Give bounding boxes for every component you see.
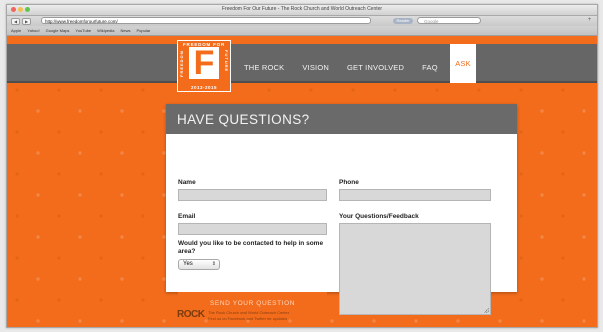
web-page: THE ROCK VISION GET INVOLVED FAQ ASK FRE… <box>7 36 597 327</box>
bookmark-item[interactable]: Apple <box>11 28 21 33</box>
back-button[interactable]: ◀ <box>11 18 20 25</box>
logo-left-text: FREEDOM <box>179 50 184 77</box>
logo-letter: F <box>189 46 219 80</box>
forward-button[interactable]: ▶ <box>22 18 31 25</box>
nav-the-rock[interactable]: THE ROCK <box>244 63 284 72</box>
updown-arrows-icon: ⇕ <box>211 261 216 267</box>
reader-button[interactable]: Reader <box>393 18 413 24</box>
email-label: Email <box>178 213 196 220</box>
new-tab-button[interactable]: + <box>586 17 593 24</box>
contact-select[interactable]: Yes ⇕ <box>178 259 220 270</box>
name-field[interactable] <box>178 189 327 201</box>
bookmark-item[interactable]: News <box>120 28 130 33</box>
browser-window: Freedom For Our Future - The Rock Church… <box>6 4 598 328</box>
form-title: HAVE QUESTIONS? <box>177 112 310 127</box>
site-logo[interactable]: FREEDOM FOR OUR FREEDOM FUTURE F 2013-20… <box>177 40 231 92</box>
phone-label: Phone <box>339 179 359 186</box>
contact-question: Would you like to be contacted to help i… <box>178 240 324 255</box>
footer-logo[interactable]: ROCK <box>177 309 205 320</box>
nav-vision[interactable]: VISION <box>302 63 329 72</box>
search-input[interactable]: Google <box>417 17 481 24</box>
bookmark-item[interactable]: Yahoo! <box>27 28 39 33</box>
window-title: Freedom For Our Future - The Rock Church… <box>221 6 383 12</box>
address-bar[interactable]: http://www.freedomforourfuture.com/ <box>41 17 371 24</box>
contact-select-value: Yes <box>183 261 193 267</box>
nav-faq[interactable]: FAQ <box>422 63 438 72</box>
feedback-textarea[interactable] <box>339 223 491 315</box>
site-footer: ROCK The Rock Church and World Outreach … <box>177 308 377 322</box>
footer-line-1: The Rock Church and World Outreach Cente… <box>208 310 290 315</box>
question-form: HAVE QUESTIONS? Name Phone Email Your Qu… <box>166 104 517 316</box>
nav-buttons: ◀ ▶ <box>11 18 31 25</box>
feedback-label: Your Questions/Feedback <box>339 213 419 220</box>
email-field[interactable] <box>178 223 327 235</box>
nav-ask[interactable]: ASK <box>450 44 476 83</box>
logo-years: 2013-2015 <box>190 85 218 90</box>
name-label: Name <box>178 179 196 186</box>
browser-toolbar: ◀ ▶ http://www.freedomforourfuture.com/ … <box>7 16 597 26</box>
nav-get-involved[interactable]: GET INVOLVED <box>347 63 404 72</box>
site-nav: THE ROCK VISION GET INVOLVED FAQ <box>244 63 456 72</box>
logo-right-text: FUTURE <box>224 50 229 73</box>
site-header: THE ROCK VISION GET INVOLVED FAQ <box>7 44 597 83</box>
bookmark-item[interactable]: Popular <box>137 28 151 33</box>
footer-line-2: Find us on Facebook and Twitter for upda… <box>208 316 288 321</box>
bookmarks-bar: Apple Yahoo! Google Maps YouTube Wikiped… <box>7 26 597 36</box>
resize-handle[interactable] <box>484 308 489 313</box>
bookmark-item[interactable]: YouTube <box>75 28 91 33</box>
title-bar: Freedom For Our Future - The Rock Church… <box>7 5 597 16</box>
bookmark-item[interactable]: Wikipedia <box>97 28 114 33</box>
form-header: HAVE QUESTIONS? <box>166 104 517 134</box>
phone-field[interactable] <box>339 189 491 201</box>
bookmark-item[interactable]: Google Maps <box>46 28 70 33</box>
